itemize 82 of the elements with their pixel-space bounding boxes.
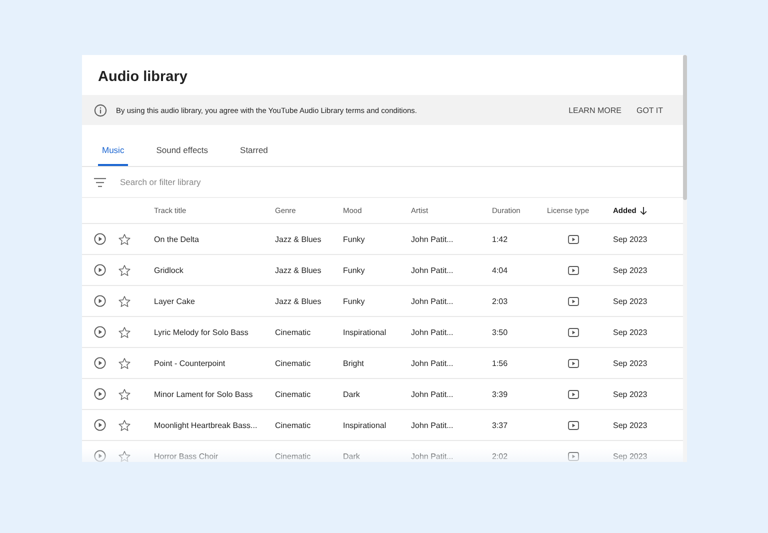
table-cell-text: Cinematic — [275, 420, 312, 430]
tab[interactable]: Music — [98, 145, 128, 166]
notice-action-button[interactable]: GOT IT — [636, 106, 663, 114]
star-icon[interactable] — [118, 356, 131, 370]
table-cell-text: Funky — [343, 266, 366, 274]
table-cell-text: Dark — [343, 390, 361, 398]
video-license-icon — [568, 420, 578, 430]
play-icon[interactable] — [94, 326, 106, 338]
table-cell-text: John Patit... — [411, 296, 454, 306]
table-cell-text: Funky — [343, 234, 366, 244]
track-title: Horror Bass Choir — [154, 452, 220, 460]
page-title: Audio library — [97, 68, 188, 87]
table-cell-text: Sep 2023 — [613, 234, 648, 244]
play-icon[interactable] — [94, 233, 106, 245]
sort-arrow-icon — [640, 206, 648, 214]
table-cell-text: Cinematic — [275, 328, 312, 336]
table-cell-text: Sep 2023 — [613, 420, 648, 430]
video-license-icon — [568, 452, 578, 460]
table-cell-text: 4:04 — [492, 266, 509, 274]
star-icon[interactable] — [118, 232, 131, 246]
table-cell-text: 3:50 — [492, 328, 509, 336]
table-cell-text: John Patit... — [411, 390, 454, 398]
table-cell-text: 3:37 — [492, 420, 509, 430]
table-cell-text: Sep 2023 — [613, 358, 648, 368]
table-cell-text: 1:42 — [492, 234, 509, 244]
play-icon[interactable] — [94, 264, 106, 276]
video-license-icon — [568, 296, 578, 306]
play-icon[interactable] — [94, 419, 106, 431]
play-icon[interactable] — [94, 388, 106, 400]
video-license-icon — [568, 328, 578, 336]
table-cell-text: Sep 2023 — [613, 390, 648, 398]
table-cell-text: Jazz & Blues — [275, 296, 322, 306]
video-license-icon — [568, 266, 578, 274]
notice-action-button[interactable]: LEARN MORE — [568, 106, 622, 114]
table-cell-text: 2:02 — [492, 452, 509, 460]
table-cell-text: John Patit... — [411, 234, 454, 244]
table-cell-text: Cinematic — [275, 390, 312, 398]
video-license-icon — [568, 234, 578, 244]
table-cell-text: Sep 2023 — [613, 296, 648, 306]
table-cell-text: Jazz & Blues — [275, 266, 322, 274]
track-title: Lyric Melody for Solo Bass — [154, 328, 250, 336]
track-title: Layer Cake — [154, 296, 196, 306]
table-cell-text: Sep 2023 — [613, 266, 648, 274]
track-title: Minor Lament for Solo Bass — [154, 390, 254, 398]
table-cell-text: Inspirational — [343, 328, 388, 336]
table-cell-text: John Patit... — [411, 266, 454, 274]
table-cell-text: Jazz & Blues — [275, 234, 322, 244]
track-title: Point - Counterpoint — [154, 358, 226, 368]
table-cell-text: Sep 2023 — [613, 452, 648, 460]
star-icon[interactable] — [118, 450, 131, 462]
table-cell-text: John Patit... — [411, 452, 454, 460]
table-cell-text: Funky — [343, 296, 366, 306]
search-field[interactable]: Search or filter library — [118, 176, 683, 188]
tab[interactable]: Starred — [236, 145, 272, 166]
table-cell-text: John Patit... — [411, 358, 454, 368]
video-license-icon — [568, 390, 578, 398]
star-icon[interactable] — [118, 264, 131, 276]
table-cell-text: John Patit... — [411, 328, 454, 336]
table-cell-text: 2:03 — [492, 296, 509, 306]
star-icon[interactable] — [118, 388, 131, 400]
table-cell-text: 1:56 — [492, 358, 509, 368]
play-icon[interactable] — [94, 295, 106, 307]
tab[interactable]: Sound effects — [152, 145, 212, 166]
table-cell-text: John Patit... — [411, 420, 454, 430]
table-cell-text: Bright — [343, 358, 365, 368]
play-icon[interactable] — [94, 357, 106, 369]
filter-icon — [94, 178, 106, 186]
star-icon[interactable] — [118, 294, 131, 308]
table-cell-text: Inspirational — [343, 420, 388, 430]
track-title: Moonlight Heartbreak Bass... — [154, 420, 258, 430]
star-icon[interactable] — [118, 326, 131, 338]
table-cell-text: Cinematic — [275, 358, 312, 368]
table-cell-text: Cinematic — [275, 452, 312, 460]
table-cell-text: 3:39 — [492, 390, 509, 398]
table-cell-text: Sep 2023 — [613, 328, 648, 336]
star-icon[interactable] — [118, 418, 131, 432]
track-title: On the Delta — [154, 234, 200, 244]
info-icon — [94, 104, 107, 116]
track-title: Gridlock — [154, 266, 184, 274]
play-icon[interactable] — [94, 450, 106, 462]
video-license-icon — [568, 358, 578, 368]
table-cell-text: Dark — [343, 452, 361, 460]
